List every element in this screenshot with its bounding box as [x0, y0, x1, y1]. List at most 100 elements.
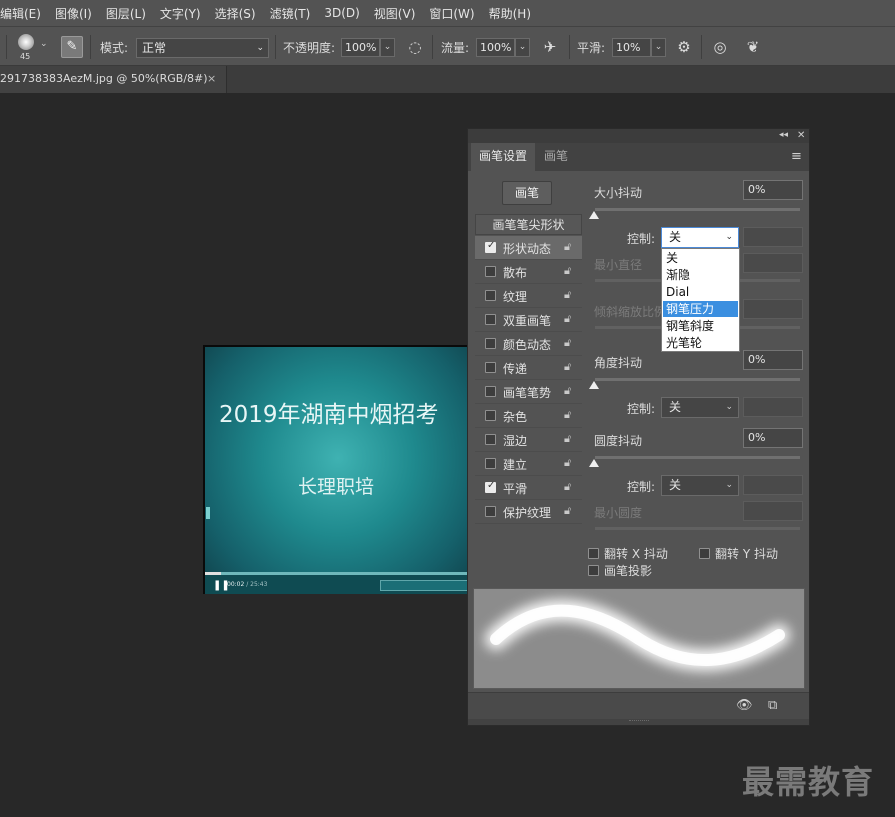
- checkbox[interactable]: [485, 458, 496, 469]
- checkbox[interactable]: [485, 434, 496, 445]
- menu-image[interactable]: 图像(I): [48, 5, 99, 22]
- angle-jitter-input[interactable]: 0%: [743, 350, 803, 370]
- menu-layer[interactable]: 图层(L): [99, 5, 153, 22]
- checkbox[interactable]: [485, 362, 496, 373]
- lock-icon[interactable]: 🔓︎: [564, 432, 571, 446]
- lock-icon[interactable]: 🔓︎: [564, 360, 571, 374]
- option-dual-brush[interactable]: 双重画笔 🔓︎: [475, 308, 582, 332]
- roundness-jitter-input[interactable]: 0%: [743, 428, 803, 448]
- roundness-jitter-slider-thumb[interactable]: [589, 459, 599, 467]
- panel-resize-grip[interactable]: [468, 719, 809, 725]
- option-build-up[interactable]: 建立 🔓︎: [475, 452, 582, 476]
- checkbox[interactable]: [485, 240, 496, 253]
- size-control-select[interactable]: 关 ⌄: [661, 227, 739, 248]
- brush-preset-picker[interactable]: 45 ⌄: [14, 30, 52, 64]
- checkbox[interactable]: [485, 290, 496, 301]
- option-transfer[interactable]: 传递 🔓︎: [475, 356, 582, 380]
- tab-brushes[interactable]: 画笔: [536, 143, 576, 171]
- collapse-icon[interactable]: ◂◂: [779, 129, 788, 142]
- pressure-opacity-icon[interactable]: ◌: [405, 37, 425, 57]
- dropdown-option-fade[interactable]: 渐隐: [663, 267, 738, 283]
- dropdown-option-stylus-wheel[interactable]: 光笔轮: [663, 335, 738, 351]
- brushes-button[interactable]: 画笔: [502, 181, 552, 205]
- checkbox[interactable]: [485, 410, 496, 421]
- option-protect-texture[interactable]: 保护纹理 🔓︎: [475, 500, 582, 524]
- flow-dropdown-button[interactable]: ⌄: [515, 38, 530, 57]
- dropdown-option-dial[interactable]: Dial: [663, 284, 738, 300]
- airbrush-icon[interactable]: ✈: [540, 37, 560, 57]
- option-smoothing[interactable]: 平滑 🔓︎: [475, 476, 582, 500]
- menu-help[interactable]: 帮助(H): [482, 5, 538, 22]
- checkbox[interactable]: [485, 314, 496, 325]
- checkbox[interactable]: [485, 386, 496, 397]
- menu-view[interactable]: 视图(V): [367, 5, 423, 22]
- menu-type[interactable]: 文字(Y): [153, 5, 208, 22]
- angle-control-select[interactable]: 关 ⌄: [661, 397, 739, 418]
- lock-icon[interactable]: 🔓︎: [564, 288, 571, 302]
- size-jitter-slider-thumb[interactable]: [589, 211, 599, 219]
- option-shape-dynamics[interactable]: 形状动态 🔓︎: [475, 236, 582, 260]
- min-roundness-slider[interactable]: [595, 527, 800, 530]
- create-new-brush-icon[interactable]: ⧉: [768, 698, 777, 713]
- menu-filter[interactable]: 滤镜(T): [263, 5, 318, 22]
- lock-icon[interactable]: 🔓︎: [564, 336, 571, 350]
- smoothing-input[interactable]: 10%: [612, 38, 651, 57]
- lock-icon[interactable]: 🔓︎: [564, 408, 571, 422]
- brush-panel-toggle-icon[interactable]: ✎: [61, 36, 83, 58]
- brush-tip-shape-item[interactable]: 画笔笔尖形状: [475, 214, 582, 235]
- menu-select[interactable]: 选择(S): [208, 5, 263, 22]
- option-noise[interactable]: 杂色 🔓︎: [475, 404, 582, 428]
- checkbox[interactable]: [485, 480, 496, 493]
- dropdown-option-off[interactable]: 关: [663, 250, 738, 266]
- roundness-jitter-slider[interactable]: [595, 456, 800, 459]
- canvas-image[interactable]: 2019年湖南中烟招考 长理职培 ❚❚ 00:02 / 25:43: [203, 345, 471, 594]
- symmetry-butterfly-icon[interactable]: ❦: [743, 37, 763, 57]
- tab-brush-settings[interactable]: 画笔设置: [471, 143, 536, 171]
- option-texture[interactable]: 纹理 🔓︎: [475, 284, 582, 308]
- angle-jitter-slider[interactable]: [595, 378, 800, 381]
- brush-projection-checkbox[interactable]: [588, 565, 599, 576]
- flip-y-checkbox[interactable]: [699, 548, 710, 559]
- opacity-input[interactable]: 100%: [341, 38, 380, 57]
- menu-edit[interactable]: 编辑(E): [0, 5, 48, 22]
- toggle-live-tip-preview-icon[interactable]: 👁︎: [736, 698, 753, 713]
- menu-3d[interactable]: 3D(D): [317, 6, 366, 20]
- flip-x-checkbox[interactable]: [588, 548, 599, 559]
- lock-icon[interactable]: 🔓︎: [564, 384, 571, 398]
- flow-input[interactable]: 100%: [476, 38, 515, 57]
- roundness-control-select[interactable]: 关 ⌄: [661, 475, 739, 496]
- gear-icon[interactable]: ⚙: [674, 37, 694, 57]
- dropdown-option-pen-tilt[interactable]: 钢笔斜度: [663, 318, 738, 334]
- lock-icon[interactable]: 🔓︎: [564, 456, 571, 470]
- checkbox[interactable]: [485, 506, 496, 517]
- opacity-dropdown-button[interactable]: ⌄: [380, 38, 395, 57]
- lock-icon[interactable]: 🔓︎: [564, 240, 571, 254]
- close-icon[interactable]: ✕: [797, 129, 805, 142]
- min-roundness-input[interactable]: [743, 501, 803, 521]
- option-wet-edges[interactable]: 湿边 🔓︎: [475, 428, 582, 452]
- min-diameter-input[interactable]: [743, 253, 803, 273]
- checkbox[interactable]: [485, 338, 496, 349]
- panel-menu-icon[interactable]: ≡: [791, 149, 802, 164]
- size-control-value: 关: [669, 230, 682, 244]
- lock-icon[interactable]: 🔓︎: [564, 264, 571, 278]
- mode-select[interactable]: 正常 ⌄: [136, 38, 269, 58]
- dropdown-option-pen-pressure[interactable]: 钢笔压力: [663, 301, 738, 317]
- angle-jitter-slider-thumb[interactable]: [589, 381, 599, 389]
- document-tab[interactable]: 291738383AezM.jpg @ 50%(RGB/8#) ×: [0, 66, 227, 93]
- close-icon[interactable]: ×: [207, 66, 216, 92]
- checkbox[interactable]: [485, 266, 496, 277]
- option-scattering[interactable]: 散布 🔓︎: [475, 260, 582, 284]
- smoothing-dropdown-button[interactable]: ⌄: [651, 38, 666, 57]
- lock-icon[interactable]: 🔓︎: [564, 504, 571, 518]
- tilt-scale-input[interactable]: [743, 299, 803, 319]
- option-color-dynamics[interactable]: 颜色动态 🔓︎: [475, 332, 582, 356]
- size-jitter-input[interactable]: 0%: [743, 180, 803, 200]
- lock-icon[interactable]: 🔓︎: [564, 480, 571, 494]
- brush-option-list: 形状动态 🔓︎ 散布 🔓︎ 纹理 🔓︎ 双重画笔 🔓︎ 颜色动态 🔓︎ 传递 🔓…: [475, 236, 582, 524]
- menu-window[interactable]: 窗口(W): [422, 5, 481, 22]
- pressure-size-icon[interactable]: ◎: [710, 37, 730, 57]
- option-brush-pose[interactable]: 画笔笔势 🔓︎: [475, 380, 582, 404]
- size-jitter-slider[interactable]: [595, 208, 800, 211]
- lock-icon[interactable]: 🔓︎: [564, 312, 571, 326]
